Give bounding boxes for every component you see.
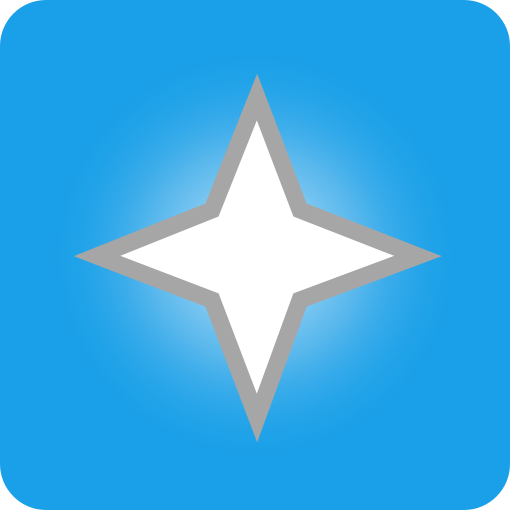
app-icon [0, 0, 510, 510]
app-icon-graphic [0, 0, 510, 510]
